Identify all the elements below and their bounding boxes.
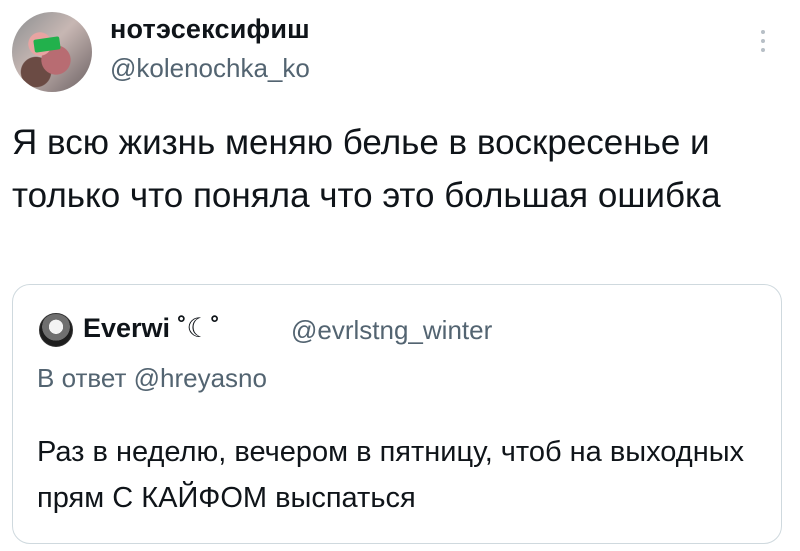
tweet-text: Я всю жизнь меняю белье в воскресенье и … — [12, 123, 721, 215]
avatar-sticker — [33, 36, 61, 53]
tweet: нотэсексифиш @kolenochka_ko Я всю жизнь … — [0, 0, 800, 551]
more-vertical-icon[interactable] — [756, 30, 770, 60]
reply-mention-link[interactable]: @hreyasno — [134, 363, 267, 393]
quoted-author-display-name: Everwi ˚☾˚ — [83, 313, 220, 343]
quoted-tweet-text: Раз в неделю, вечером в пятницу, чтоб на… — [37, 436, 745, 514]
reply-prefix: В ответ — [37, 363, 134, 393]
quoted-author-handle: @evrlstng_winter — [291, 315, 493, 345]
quoted-tweet-card[interactable]: Everwi ˚☾˚ @evrlstng_winter В ответ @hre… — [12, 284, 782, 544]
quoted-author-avatar — [39, 313, 73, 347]
author-display-name[interactable]: нотэсексифиш — [110, 14, 310, 45]
author-handle[interactable]: @kolenochka_ko — [110, 53, 310, 84]
reply-context: В ответ @hreyasno — [37, 363, 267, 394]
author-avatar[interactable] — [12, 12, 92, 92]
